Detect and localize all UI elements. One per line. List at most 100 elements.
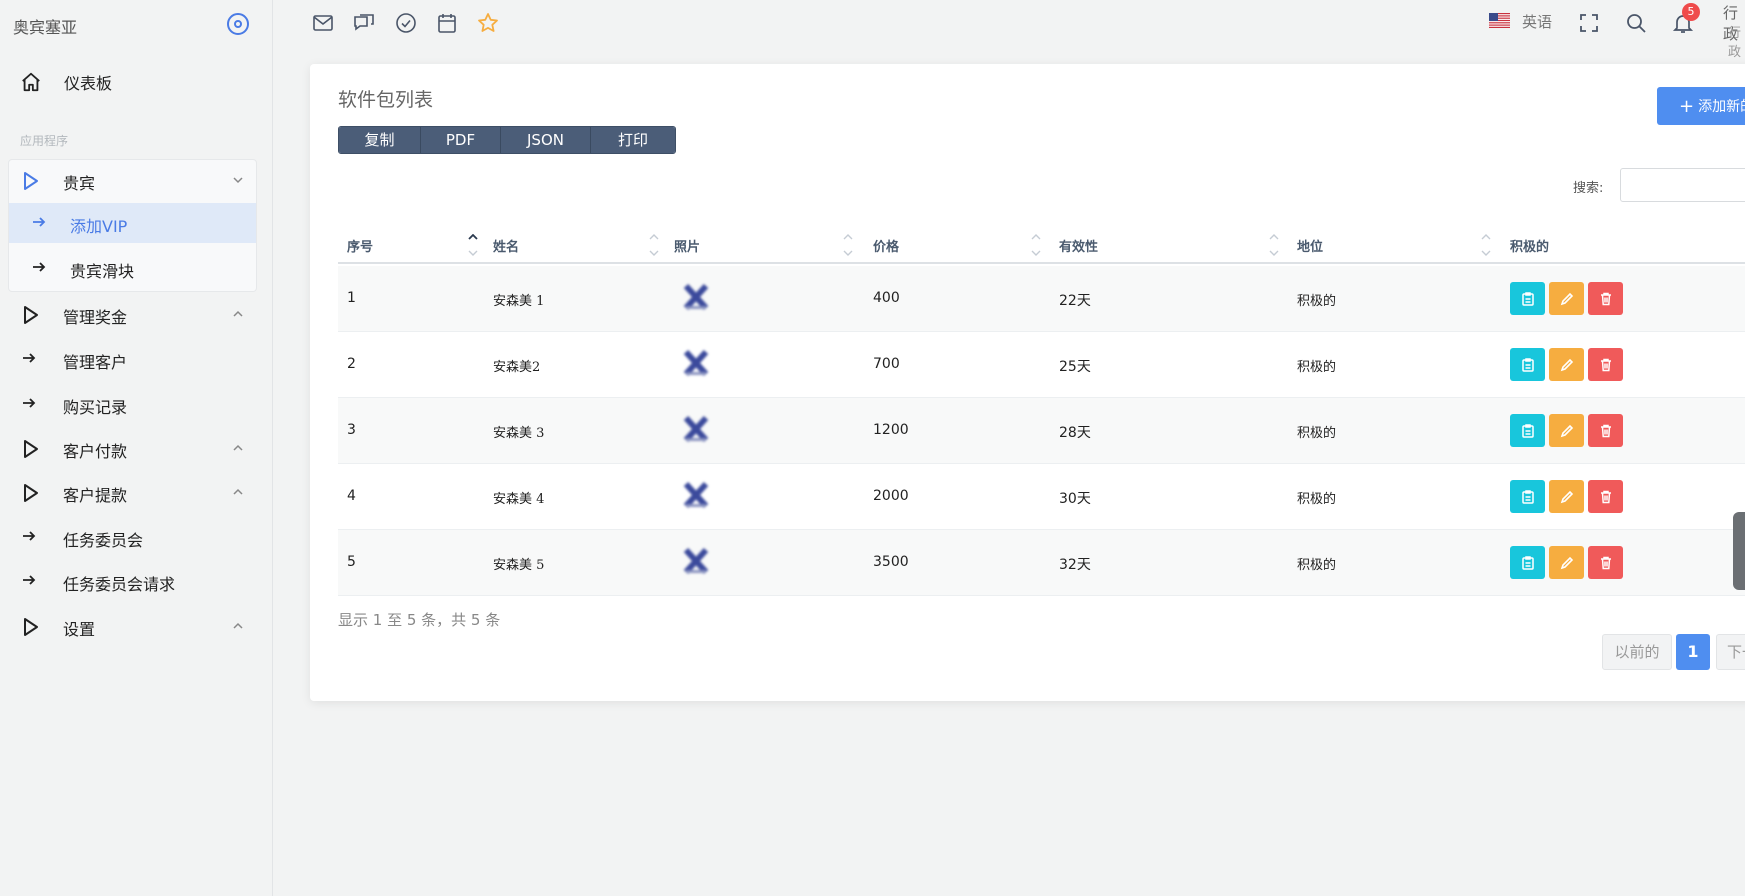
column-header-price[interactable]: 价格 [873,236,899,255]
sidebar-item-customer-withdrawals[interactable]: 客户提款 [0,472,273,512]
delete-button[interactable] [1588,282,1623,315]
play-icon [24,306,38,324]
chevron-up-icon [233,622,243,629]
settings-drawer-handle[interactable] [1733,512,1745,590]
sidebar-item-add-vip[interactable]: 添加VIP [9,203,256,243]
export-button-group: 复制 PDF JSON 打印 [338,126,676,154]
sidebar-item-label: 贵宾滑块 [70,262,135,281]
cell-status: 积极的 [1297,426,1337,441]
column-header-name[interactable]: 姓名 [493,236,519,255]
column-header-id[interactable]: 序号 [347,236,373,255]
sort-icon[interactable] [1269,234,1279,258]
table-info: 显示 1 至 5 条，共 5 条 [338,611,501,629]
chat-icon[interactable] [352,11,376,35]
sidebar-item-manage-customers[interactable]: 管理客户 [0,339,273,379]
sidebar-item-task-committee[interactable]: 任务委员会 [0,517,273,557]
arrow-right-icon [23,531,36,541]
play-icon [24,484,38,502]
add-new-button[interactable]: + 添加新的 [1657,87,1745,125]
sidebar-item-manage-bonus[interactable]: 管理奖金 [0,294,273,334]
sort-icon[interactable] [1481,234,1491,258]
cell-price: 1200 [873,422,909,438]
column-header-photo[interactable]: 照片 [674,236,700,255]
clipboard-icon [1521,555,1534,570]
print-button[interactable]: 打印 [591,127,675,153]
edit-button[interactable] [1549,348,1584,381]
pagination-page-1[interactable]: 1 [1676,634,1710,670]
cell-status: 积极的 [1297,492,1337,507]
pagination-previous[interactable]: 以前的 [1602,634,1672,670]
cell-status: 积极的 [1297,360,1337,375]
edit-button[interactable] [1549,546,1584,579]
view-button[interactable] [1510,480,1545,513]
cell-id: 3 [347,422,356,438]
check-circle-icon[interactable] [394,11,418,35]
package-photo [683,481,709,509]
edit-button[interactable] [1549,282,1584,315]
star-icon[interactable] [476,11,500,35]
column-header-validity[interactable]: 有效性 [1059,236,1098,255]
sidebar-item-label: 购买记录 [63,398,128,417]
cell-status: 积极的 [1297,558,1337,573]
trash-icon [1600,292,1611,305]
pdf-button[interactable]: PDF [421,127,501,153]
view-button[interactable] [1510,282,1545,315]
arrow-right-icon [23,353,36,363]
page-title: 软件包列表 [338,89,434,111]
sort-icon[interactable] [843,234,853,258]
us-flag-icon[interactable] [1489,13,1510,28]
mail-icon[interactable] [311,11,335,35]
clipboard-icon [1521,357,1534,372]
cell-name: 安森美 3 [493,426,545,441]
cell-validity: 22天 [1059,293,1091,309]
json-button[interactable]: JSON [501,127,591,153]
language-selector[interactable]: 英语 [1522,11,1552,32]
sort-icon[interactable] [1031,234,1041,258]
package-photo [683,415,709,443]
sidebar-item-dashboard[interactable]: 仪表板 [0,62,273,102]
search-label: 搜索: [1573,181,1604,196]
table-row: 1 安森美 1 400 22天 积极的 [338,266,1745,332]
pagination-next[interactable]: 下一个 [1716,634,1745,670]
table-row: 2 安森美2 700 25天 积极的 [338,332,1745,398]
sidebar-item-vip-slider[interactable]: 贵宾滑块 [0,248,273,288]
calendar-icon[interactable] [435,11,459,35]
pencil-icon [1560,556,1573,569]
copy-button[interactable]: 复制 [339,127,421,153]
edit-button[interactable] [1549,414,1584,447]
sidebar-item-label: 仪表板 [64,74,113,93]
edit-button[interactable] [1549,480,1584,513]
cell-name: 安森美 5 [493,558,545,573]
sidebar-toggle-icon[interactable] [227,13,249,35]
column-header-status[interactable]: 地位 [1297,236,1323,255]
delete-button[interactable] [1588,414,1623,447]
cell-validity: 25天 [1059,359,1091,375]
sort-icon[interactable] [468,234,478,258]
sidebar-item-settings[interactable]: 设置 [0,606,273,646]
pencil-icon [1560,292,1573,305]
view-button[interactable] [1510,414,1545,447]
trash-icon [1600,424,1611,437]
sidebar-item-task-committee-requests[interactable]: 任务委员会请求 [0,561,273,601]
search-icon[interactable] [1624,11,1648,35]
sidebar-item-vip[interactable]: 贵宾 [0,160,273,200]
section-label: 应用程序 [20,134,69,148]
view-button[interactable] [1510,348,1545,381]
sidebar-item-label: 任务委员会请求 [63,575,176,594]
search-input[interactable] [1620,168,1745,202]
play-icon [24,440,38,458]
delete-button[interactable] [1588,546,1623,579]
sidebar-item-purchase-records[interactable]: 购买记录 [0,384,273,424]
clipboard-icon [1521,423,1534,438]
play-icon [24,618,38,636]
cell-validity: 30天 [1059,491,1091,507]
cell-price: 400 [873,290,900,306]
view-button[interactable] [1510,546,1545,579]
delete-button[interactable] [1588,348,1623,381]
chevron-up-icon [233,310,243,317]
fullscreen-icon[interactable] [1577,11,1601,35]
delete-button[interactable] [1588,480,1623,513]
plus-icon: + [1679,95,1695,117]
sidebar-item-customer-payments[interactable]: 客户付款 [0,428,273,468]
sort-icon[interactable] [649,234,659,258]
